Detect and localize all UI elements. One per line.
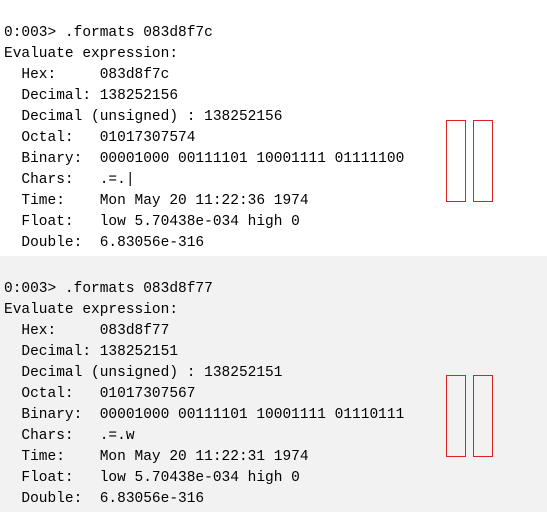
binary-line: Binary: 00001000 00111101 10001111 01110…: [4, 407, 404, 423]
time-line: Time: Mon May 20 11:22:36 1974: [4, 193, 309, 209]
hex-line: Hex: 083d8f7c: [4, 67, 169, 83]
time-line: Time: Mon May 20 11:22:31 1974: [4, 449, 309, 465]
decimal-line: Decimal: 138252156: [4, 88, 178, 104]
output-block-1: 0:003> .formats 083d8f7c Evaluate expres…: [0, 0, 547, 256]
double-line: Double: 6.83056e-316: [4, 491, 204, 507]
decimal-unsigned-line: Decimal (unsigned) : 138252151: [4, 365, 282, 381]
octal-line: Octal: 01017307574: [4, 130, 195, 146]
eval-label: Evaluate expression:: [4, 46, 178, 62]
output-block-2: 0:003> .formats 083d8f77 Evaluate expres…: [0, 256, 547, 512]
prompt-line: 0:003> .formats 083d8f7c: [4, 25, 213, 41]
hex-line: Hex: 083d8f77: [4, 323, 169, 339]
chars-line: Chars: .=.|: [4, 172, 135, 188]
float-line: Float: low 5.70438e-034 high 0: [4, 470, 300, 486]
double-line: Double: 6.83056e-316: [4, 235, 204, 251]
prompt-line: 0:003> .formats 083d8f77: [4, 281, 213, 297]
float-line: Float: low 5.70438e-034 high 0: [4, 214, 300, 230]
eval-label: Evaluate expression:: [4, 302, 178, 318]
decimal-line: Decimal: 138252151: [4, 344, 178, 360]
binary-line: Binary: 00001000 00111101 10001111 01111…: [4, 151, 404, 167]
decimal-unsigned-line: Decimal (unsigned) : 138252156: [4, 109, 282, 125]
chars-line: Chars: .=.w: [4, 428, 135, 444]
octal-line: Octal: 01017307567: [4, 386, 195, 402]
